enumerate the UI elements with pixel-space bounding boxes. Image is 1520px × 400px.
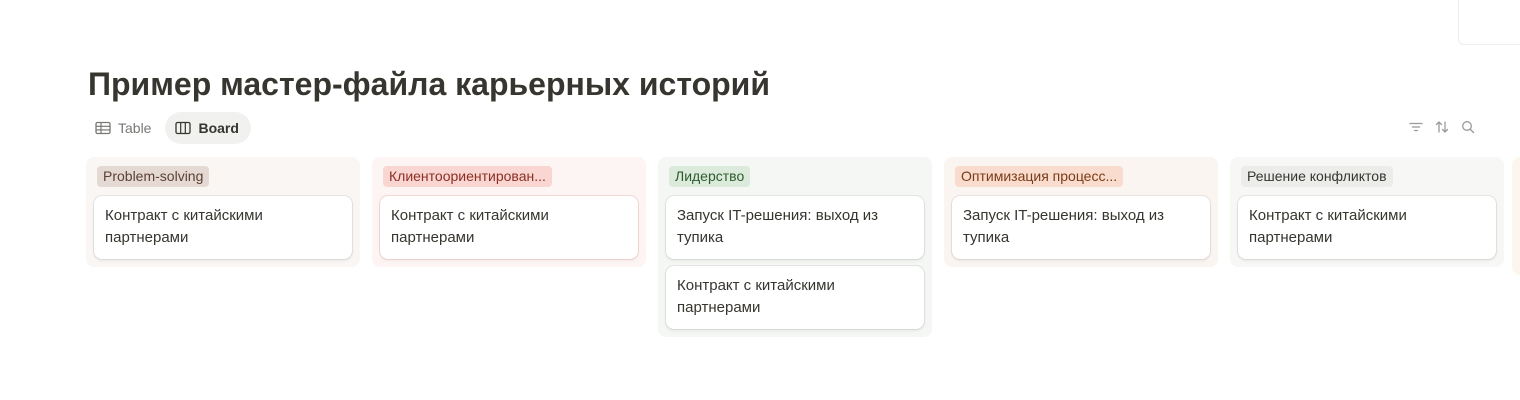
board-column: Решение конфликтов Контракт с китайскими… [1230, 157, 1504, 267]
card[interactable]: Контракт с китайскими партнерами [94, 196, 352, 259]
board-column: Problem-solving Контракт с китайскими па… [86, 157, 360, 267]
page-title: Пример мастер-файла карьерных историй [88, 66, 770, 102]
table-icon [95, 121, 111, 135]
search-icon[interactable] [1460, 119, 1476, 135]
filter-icon[interactable] [1408, 119, 1424, 135]
column-header[interactable]: Оптимизация процесс... [952, 165, 1210, 187]
board-icon [175, 121, 192, 135]
group-tag: Оптимизация процесс... [955, 165, 1124, 187]
board: Problem-solving Контракт с китайскими па… [86, 157, 1504, 337]
column-header[interactable]: Лидерство [666, 165, 924, 187]
view-tabs: Table Board [85, 112, 251, 144]
board-column: Клиентоориентирован... Контракт с китайс… [372, 157, 646, 267]
board-column: Лидерство Запуск IT-решения: выход из ту… [658, 157, 932, 337]
board-column: Оптимизация процесс... Запуск IT-решения… [944, 157, 1218, 267]
tab-board[interactable]: Board [165, 112, 251, 144]
tab-board-label: Board [198, 120, 239, 136]
column-header[interactable]: Клиентоориентирован... [380, 165, 638, 187]
column-header[interactable]: Problem-solving [94, 165, 352, 187]
group-tag: Решение конфликтов [1241, 165, 1393, 187]
group-tag: Лидерство [669, 165, 751, 187]
card[interactable]: Запуск IT-решения: выход из тупика [666, 196, 924, 259]
offscreen-column [1512, 157, 1520, 275]
corner-tab [1458, 0, 1520, 45]
card[interactable]: Запуск IT-решения: выход из тупика [952, 196, 1210, 259]
board-tools [1408, 119, 1476, 135]
group-tag: Problem-solving [97, 165, 210, 187]
tab-table[interactable]: Table [85, 112, 163, 144]
card[interactable]: Контракт с китайскими партнерами [380, 196, 638, 259]
card[interactable]: Контракт с китайскими партнерами [666, 266, 924, 329]
column-header[interactable]: Решение конфликтов [1238, 165, 1496, 187]
sort-icon[interactable] [1434, 119, 1450, 135]
card[interactable]: Контракт с китайскими партнерами [1238, 196, 1496, 259]
tab-table-label: Table [118, 120, 152, 136]
group-tag: Клиентоориентирован... [383, 165, 552, 187]
page: Пример мастер-файла карьерных историй Ta… [0, 0, 1520, 400]
